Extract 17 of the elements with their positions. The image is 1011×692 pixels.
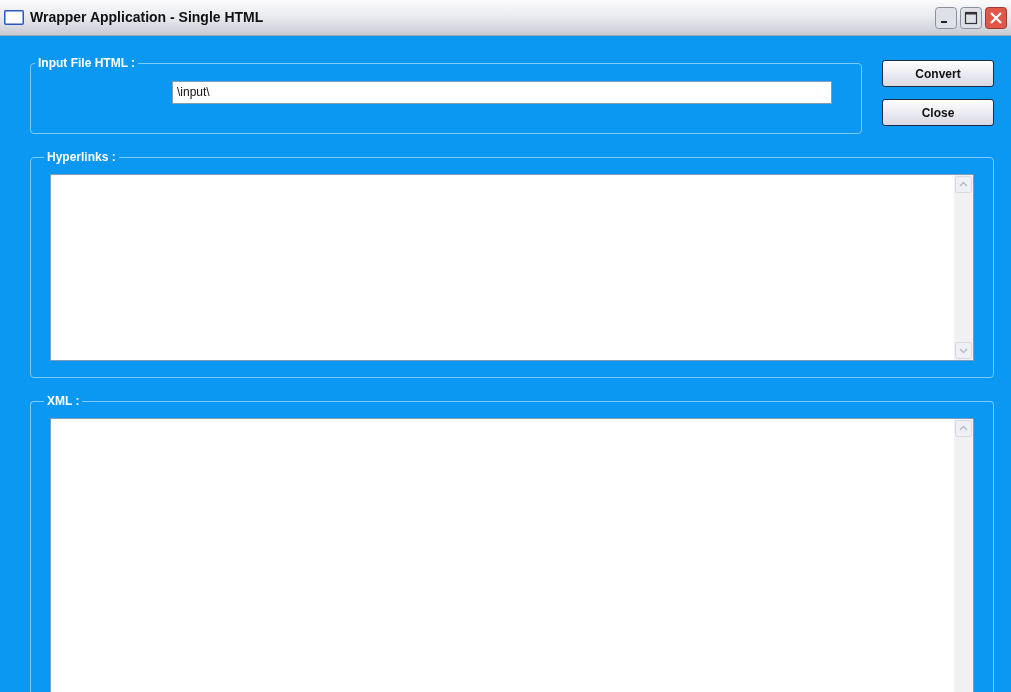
- scroll-up-icon[interactable]: [955, 176, 972, 193]
- scroll-down-icon[interactable]: [955, 342, 972, 359]
- scrollbar[interactable]: [954, 175, 973, 360]
- group-label: Hyperlinks :: [46, 149, 117, 166]
- dialog-button[interactable]: Convert: [882, 60, 994, 87]
- dialog-button[interactable]: Close: [882, 99, 994, 126]
- group-label: Input File HTML :: [37, 55, 137, 72]
- maximize-icon[interactable]: [960, 6, 982, 29]
- window-title: Wrapper Application - Single HTML: [30, 8, 265, 27]
- hyperlinks-text-area[interactable]: [50, 174, 974, 361]
- window-icon: [4, 10, 24, 25]
- scroll-up-icon[interactable]: [955, 420, 972, 437]
- close-icon[interactable]: [985, 6, 1007, 29]
- minimize-icon[interactable]: [935, 6, 957, 29]
- group-label: XML :: [46, 393, 81, 410]
- scrollbar[interactable]: [954, 419, 973, 692]
- input-file-field[interactable]: \input\: [172, 80, 832, 104]
